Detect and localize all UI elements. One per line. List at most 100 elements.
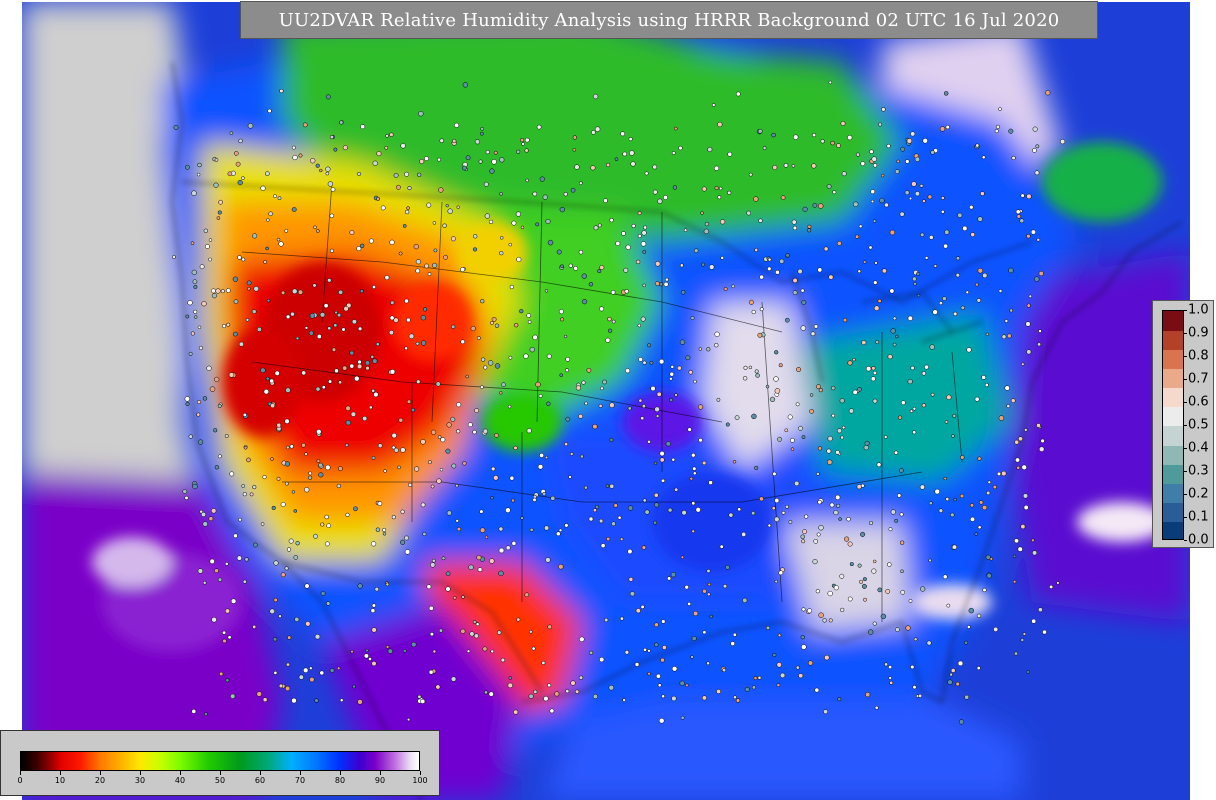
station-dot: [484, 690, 488, 695]
station-dot: [295, 336, 300, 341]
station-dot: [650, 385, 656, 392]
station-dot: [952, 413, 957, 418]
station-dot: [227, 635, 232, 640]
station-dot: [505, 507, 511, 513]
station-dot: [309, 313, 316, 319]
station-dot: [778, 570, 784, 576]
station-dot: [440, 437, 446, 443]
station-dot: [493, 150, 498, 155]
station-dot: [1038, 446, 1045, 452]
station-dot: [753, 196, 759, 202]
station-dot: [781, 510, 786, 515]
station-dot: [872, 621, 877, 626]
station-dot: [490, 495, 494, 500]
station-dot: [445, 448, 451, 454]
station-dot: [389, 315, 395, 321]
station-dot: [387, 648, 393, 654]
station-dot: [875, 340, 880, 345]
station-dot: [293, 555, 299, 560]
station-dot: [498, 526, 504, 532]
station-dot: [728, 512, 734, 518]
station-dot: [975, 143, 980, 148]
station-dot: [342, 365, 348, 371]
station-dot: [969, 503, 975, 508]
station-dot: [800, 288, 805, 293]
station-dot: [400, 509, 405, 514]
station-dot: [365, 648, 369, 653]
station-dot: [461, 165, 467, 171]
station-dot: [1010, 398, 1016, 404]
rh-tick-label: 90: [374, 776, 386, 785]
station-dot: [475, 622, 480, 627]
station-dot: [868, 520, 874, 526]
station-dot: [383, 469, 387, 473]
station-dot: [238, 138, 243, 144]
station-dot: [986, 490, 991, 496]
station-dot: [365, 366, 370, 371]
station-dot: [342, 145, 348, 151]
rh-tick-label: 40: [174, 776, 186, 785]
station-dot: [599, 306, 605, 312]
station-dot: [308, 471, 313, 476]
station-dot: [826, 184, 832, 189]
station-dot: [839, 398, 845, 404]
station-dot: [229, 471, 235, 477]
station-dot: [871, 366, 876, 371]
station-dot: [494, 323, 500, 328]
station-dot: [943, 476, 947, 481]
station-dot: [477, 567, 483, 572]
station-dot: [714, 185, 719, 191]
station-dot: [489, 168, 495, 174]
rh-colorbar: 0 10 20 30 40 50 60 70 80 90 100: [0, 730, 440, 796]
station-dot: [185, 314, 190, 319]
station-dot: [1030, 229, 1036, 235]
station-dot: [266, 218, 270, 222]
station-dot: [327, 181, 334, 187]
station-dot: [357, 326, 363, 331]
station-dot: [947, 679, 953, 685]
station-dot: [406, 206, 410, 210]
station-dot: [656, 391, 662, 397]
station-dot: [319, 312, 326, 318]
station-dot: [284, 566, 289, 571]
station-dot: [856, 484, 862, 490]
station-dot: [438, 628, 443, 633]
station-dot: [888, 665, 893, 670]
station-dot: [609, 483, 615, 489]
station-dot: [833, 510, 839, 516]
station-dot: [797, 268, 803, 275]
station-dot: [238, 517, 242, 522]
station-dot: [807, 660, 814, 666]
station-dot: [713, 165, 720, 171]
station-dot: [982, 272, 988, 279]
station-dot: [302, 122, 308, 128]
station-dot: [371, 627, 377, 633]
station-dot: [521, 142, 525, 146]
station-dot: [767, 523, 772, 528]
station-dot: [706, 569, 711, 573]
station-dot: [318, 472, 324, 478]
rh-tick-mark: [259, 771, 261, 775]
station-dot: [435, 684, 441, 690]
station-dot: [928, 501, 933, 506]
green-band-newengland: [1042, 142, 1162, 222]
station-dot: [324, 514, 329, 520]
station-dot: [871, 568, 877, 574]
rh-tick-mark: [379, 771, 381, 775]
station-dot: [208, 238, 213, 242]
station-dot: [489, 558, 495, 564]
station-dot: [802, 206, 808, 212]
station-dot: [454, 122, 460, 128]
station-dot: [690, 316, 695, 321]
station-dot: [615, 241, 621, 246]
station-dot: [476, 336, 481, 341]
station-dot: [732, 632, 737, 637]
station-dot: [408, 482, 413, 487]
station-dot: [863, 597, 867, 602]
station-dot: [415, 341, 420, 346]
station-dot: [1001, 334, 1007, 340]
station-dot: [783, 163, 789, 168]
station-dot: [467, 422, 473, 428]
station-dot: [315, 229, 320, 233]
station-dot: [785, 504, 789, 509]
